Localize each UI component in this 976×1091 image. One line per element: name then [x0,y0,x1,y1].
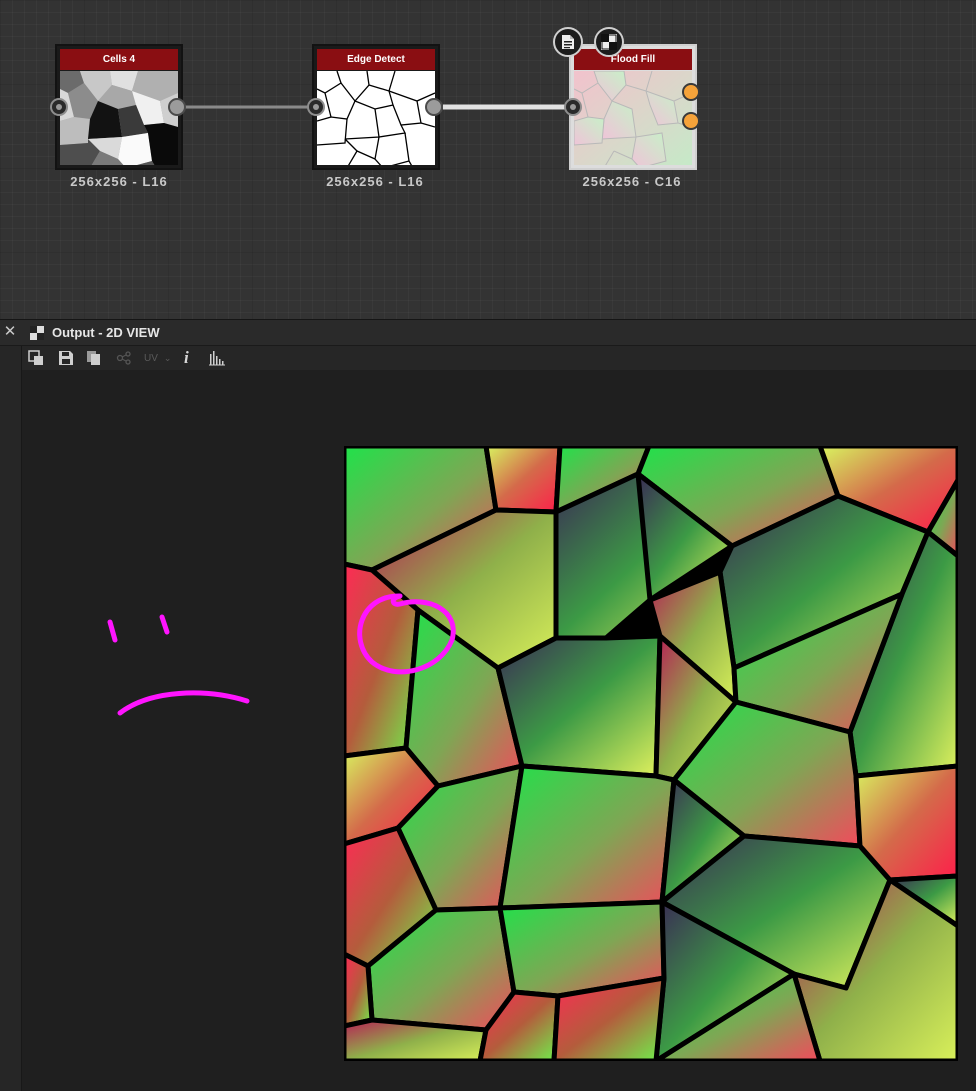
output-panel-header: ✕ Output - 2D VIEW [0,320,976,346]
edge-output-port[interactable] [425,98,443,116]
cells-input-port[interactable] [50,98,68,116]
node-graph[interactable]: Cells 4 256x256 - L16 Edge Detect 256x25… [0,0,976,320]
flood-output-port-2[interactable] [682,112,700,130]
node-edge-detect[interactable]: Edge Detect [312,44,440,170]
cells-thumbnail [60,71,178,165]
copy-icon[interactable] [86,349,102,367]
node-flood-fill[interactable]: Flood Fill [569,44,697,170]
node-title: Cells 4 [60,49,178,70]
flood-input-port[interactable] [564,98,582,116]
2d-view-icon [30,326,44,345]
document-icon[interactable] [553,27,583,57]
close-icon[interactable]: ✕ [2,324,18,340]
viewer-toolbar: UV ⌄ i [22,346,976,370]
node-cells-4[interactable]: Cells 4 [55,44,183,170]
node-caption: 256x256 - L16 [70,174,168,189]
chevron-down-icon: ⌄ [163,352,172,363]
info-icon[interactable]: i [184,348,189,367]
uv-label: UV [144,352,158,364]
node-caption: 256x256 - C16 [582,174,682,189]
flood-thumbnail [574,71,692,165]
link-icon[interactable] [116,349,132,367]
panel-title: Output - 2D VIEW [52,325,160,340]
left-strip [0,346,22,1091]
save-icon[interactable] [58,349,74,367]
output-image[interactable] [341,443,961,1064]
edge-input-port[interactable] [307,98,325,116]
node-title: Edge Detect [317,49,435,70]
uv-dropdown[interactable]: UV ⌄ [144,349,171,367]
2d-view-icon[interactable] [594,27,624,57]
export-icon[interactable] [28,349,44,367]
cells-output-port[interactable] [168,98,186,116]
flood-output-port-1[interactable] [682,83,700,101]
histogram-icon[interactable] [208,349,226,367]
node-title: Flood Fill [574,49,692,70]
node-caption: 256x256 - L16 [326,174,424,189]
edge-thumbnail [317,71,435,165]
